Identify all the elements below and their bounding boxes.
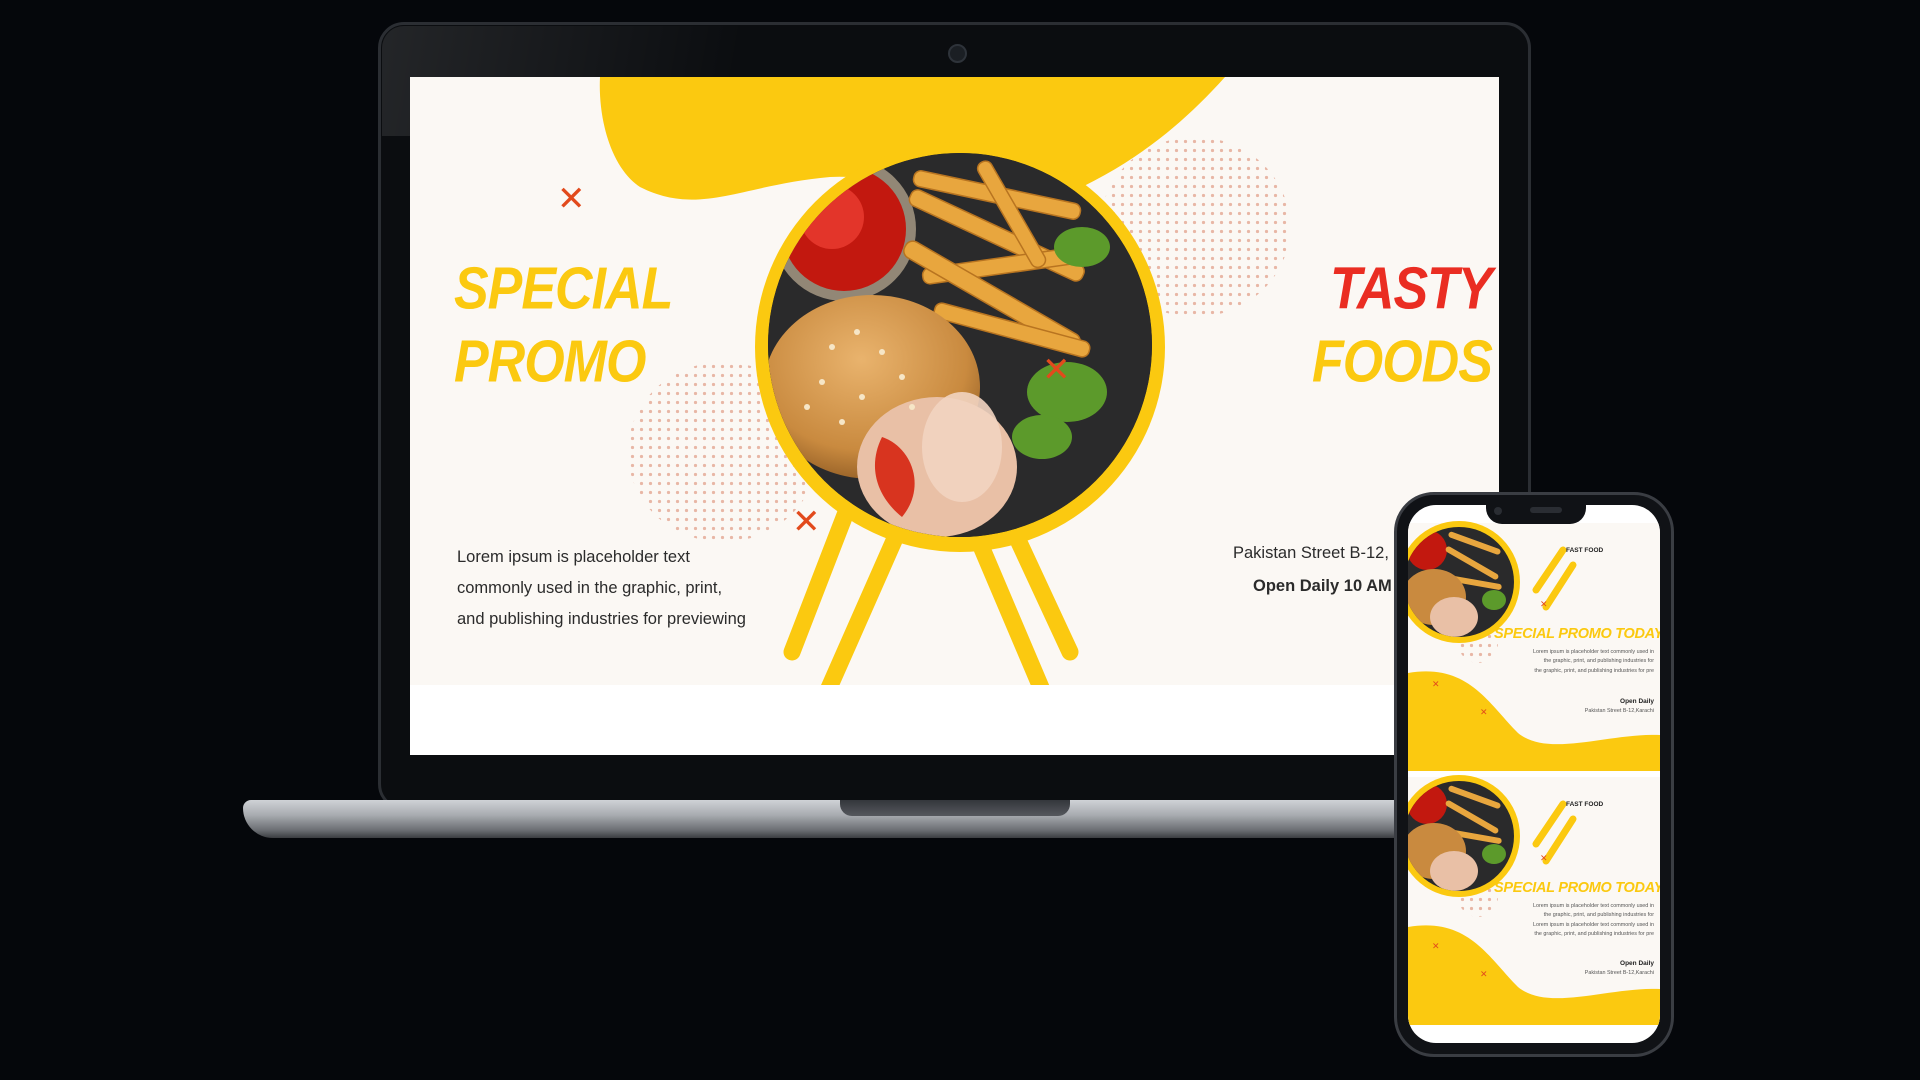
card2-text-line: the graphic, print, and publishing indus… [1543,912,1654,919]
card1-text-line: the graphic, print, and publishing indus… [1543,658,1654,665]
card2-x-icon-1: ✕ [1540,854,1548,864]
card1-x-icon-2: ✕ [1432,680,1440,690]
card1-text-line: the graphic, print, and publishing indus… [1534,667,1654,674]
laptop-hinge-notch [840,800,1070,816]
phone-card-2: FAST FOOD ✕ SPECIAL PROMO TODAY Lorem ip… [1408,775,1660,1025]
phone-speaker [1530,507,1562,513]
food-plate-image [768,153,1152,537]
card1-paragraph: Lorem ipsum is placeholder text commonly… [1488,648,1654,676]
card2-open-label: Open Daily [1620,960,1654,967]
card1-food-image [1408,527,1514,637]
title-promo: PROMO [454,328,646,396]
card1-text-line: Lorem ipsum is placeholder text commonly… [1532,649,1654,655]
x-mark-icon-bottom: ✕ [792,502,821,542]
card1-x-icon-1: ✕ [1540,600,1548,610]
card1-yellow-sticks [1532,546,1577,611]
card2-label: FAST FOOD [1566,801,1604,808]
card1-address: Pakistan Street B-12,Karachi [1584,708,1654,714]
phone-camera-icon [1494,507,1502,515]
body-line: Lorem ipsum is placeholder text [457,548,690,566]
card1-label: FAST FOOD [1566,547,1604,554]
phone-card-1: FAST FOOD ✕ SPECIAL PROMO TODAY Lorem ip… [1408,521,1660,771]
card2-yellow-sticks [1532,800,1577,865]
phone-screen: FAST FOOD ✕ SPECIAL PROMO TODAY Lorem ip… [1408,505,1660,1043]
address-text: Pakistan Street B-12, K [1233,544,1405,562]
body-line: commonly used in the graphic, print, [457,579,723,597]
laptop-screen: ✕ ✕ ✕ SPECIAL PROMO TASTY FOODS Lorem ip… [410,77,1499,755]
card1-title: SPECIAL PROMO TODAY [1494,626,1660,642]
card2-address: Pakistan Street B-12,Karachi [1584,970,1654,976]
card1-open-label: Open Daily [1620,698,1654,705]
screen-bottom-strip [410,685,1499,755]
card2-title: SPECIAL PROMO TODAY [1494,880,1660,896]
body-line: and publishing industries for previewing [457,610,746,628]
card2-x-icon-2: ✕ [1432,942,1440,952]
title-foods: FOODS [1312,328,1493,396]
card1-x-icon-3: ✕ [1480,708,1488,718]
body-paragraph: Lorem ipsum is placeholder text commonly… [457,542,797,635]
card2-text-line: Lorem ipsum is placeholder text commonly… [1532,921,1654,928]
card2-x-icon-3: ✕ [1480,970,1488,980]
card2-food-image [1408,781,1514,891]
card2-text-line: Lorem ipsum is placeholder text commonly… [1532,903,1654,909]
x-mark-icon-top-left: ✕ [557,179,586,219]
card2-text-line: the graphic, print, and publishing indus… [1534,930,1654,937]
title-special: SPECIAL [454,255,673,323]
card1-yellow-wave [1408,671,1660,771]
title-tasty: TASTY [1330,255,1493,323]
card2-paragraph: Lorem ipsum is placeholder text commonly… [1488,902,1654,939]
hours-text: Open Daily 10 AM – [1253,577,1406,595]
x-mark-icon-right: ✕ [1042,350,1071,390]
camera-icon [948,44,967,63]
